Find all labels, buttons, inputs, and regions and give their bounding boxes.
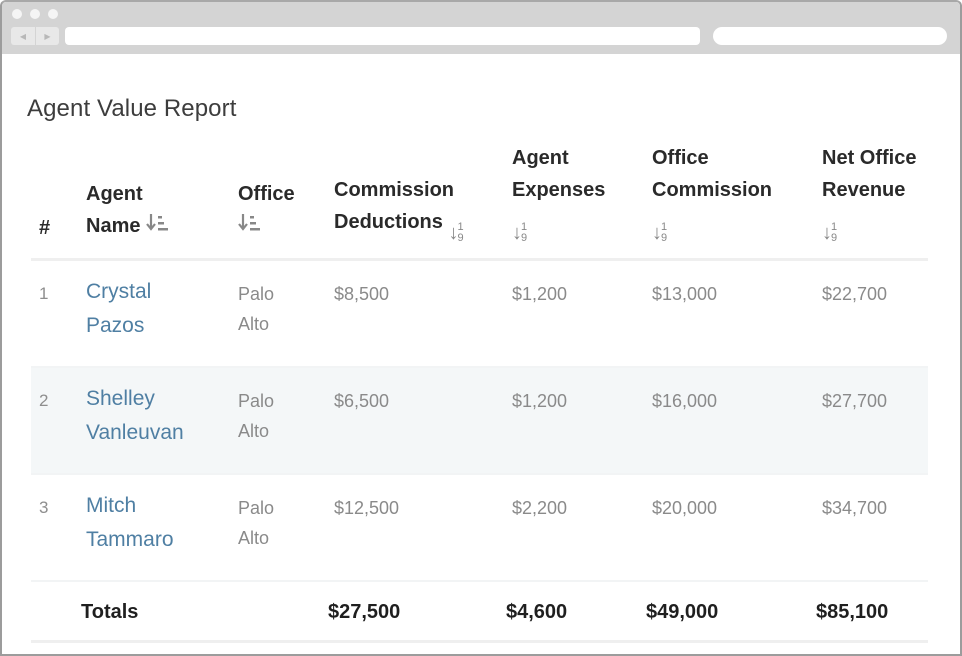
column-header-label: Net Office (822, 147, 917, 169)
sort-numeric-icon[interactable]: ↓1 9 (822, 222, 837, 245)
office-cell: Palo Alto (238, 284, 275, 334)
agent-name-link[interactable]: Crystal Pazos (86, 275, 151, 343)
net-office-revenue-cell: $34,700 (822, 497, 888, 518)
commission-deductions-cell: $12,500 (334, 497, 400, 518)
column-header-label: Office (652, 147, 709, 169)
table-row: 3 Mitch Tammaro Palo Alto $12,500 $2,200 $… (31, 474, 928, 581)
agent-name-link[interactable]: Mitch Tammaro (86, 489, 174, 557)
office-commission-cell: $13,000 (652, 284, 718, 304)
forward-icon[interactable]: ▶ (35, 27, 59, 45)
window-close-dot[interactable] (12, 9, 22, 19)
agent-name-cell: Crystal Pazos (86, 260, 238, 367)
table-row: 1 Crystal Pazos Palo Alto $8,500 $1,200 $1… (31, 260, 928, 367)
office-commission-cell: $16,000 (652, 390, 718, 411)
totals-label: Totals (31, 580, 334, 643)
sort-numeric-icon[interactable]: ↓1 9 (448, 222, 463, 245)
column-header-agent-name[interactable]: Agent Name (86, 138, 238, 261)
agent-name-cell: Mitch Tammaro (86, 474, 238, 581)
office-cell: Palo Alto (238, 497, 275, 548)
row-index: 2 (39, 390, 49, 410)
agent-name-cell: Shelley Vanleuvan (86, 367, 238, 474)
browser-window: ◀ ▶ Agent Value Report # Agent Name Offi… (0, 0, 962, 656)
nav-buttons: ◀ ▶ (11, 27, 59, 45)
sort-numeric-icon[interactable]: ↓1 9 (652, 222, 667, 245)
address-bar[interactable] (65, 27, 700, 45)
commission-deductions-cell: $8,500 (334, 284, 390, 304)
column-header-label: # (39, 217, 51, 239)
office-commission-cell: $20,000 (652, 497, 718, 518)
row-index: 1 (39, 284, 49, 303)
agent-expenses-cell: $1,200 (512, 390, 568, 411)
agent-value-table: # Agent Name Office Commission Deduction… (31, 138, 928, 643)
sort-alpha-icon[interactable] (238, 212, 262, 244)
agent-expenses-cell: $2,200 (512, 497, 568, 518)
column-header-label: Expenses (512, 179, 606, 201)
agent-expenses-cell: $1,200 (512, 284, 568, 304)
column-header-label: Name (86, 215, 141, 237)
window-minimize-dot[interactable] (30, 9, 40, 19)
column-header-agent-expenses[interactable]: Agent Expenses ↓1 9 (512, 138, 652, 261)
column-header-label: Agent (512, 147, 569, 169)
browser-search-bar[interactable] (713, 27, 947, 45)
column-header-office-commission[interactable]: Office Commission ↓1 9 (652, 138, 822, 261)
agent-name-link[interactable]: Shelley Vanleuvan (86, 382, 184, 450)
column-header-office[interactable]: Office (238, 138, 334, 261)
column-header-index: # (31, 138, 86, 261)
browser-chrome: ◀ ▶ (2, 2, 960, 54)
column-header-label: Office (238, 183, 295, 205)
total-commission-deductions: $27,500 (328, 580, 512, 643)
total-net-office-revenue: $85,100 (816, 580, 928, 643)
totals-row: Totals $27,500 $4,600 $49,000 $85,100 (31, 580, 928, 643)
table-header-row: # Agent Name Office Commission Deduction… (31, 138, 928, 261)
window-maximize-dot[interactable] (48, 9, 58, 19)
net-office-revenue-cell: $27,700 (822, 390, 888, 411)
column-header-commission-deductions[interactable]: Commission Deductions ↓1 9 (334, 138, 512, 261)
column-header-label: Agent (86, 183, 143, 205)
row-index: 3 (39, 497, 49, 517)
page-title: Agent Value Report (27, 95, 237, 122)
net-office-revenue-cell: $22,700 (822, 284, 888, 304)
column-header-label: Commission (334, 179, 455, 201)
commission-deductions-cell: $6,500 (334, 390, 390, 411)
table-row: 2 Shelley Vanleuvan Palo Alto $6,500 $1,20… (31, 366, 928, 474)
column-header-label: Deductions (334, 211, 443, 233)
total-office-commission: $49,000 (646, 580, 822, 643)
column-header-net-office-revenue[interactable]: Net Office Revenue ↓1 9 (822, 138, 928, 261)
column-header-label: Revenue (822, 179, 906, 201)
office-cell: Palo Alto (238, 390, 275, 441)
total-agent-expenses: $4,600 (506, 580, 652, 643)
sort-alpha-icon[interactable] (146, 212, 170, 244)
back-icon[interactable]: ◀ (11, 27, 35, 45)
sort-numeric-icon[interactable]: ↓1 9 (512, 222, 527, 245)
column-header-label: Commission (652, 179, 773, 201)
